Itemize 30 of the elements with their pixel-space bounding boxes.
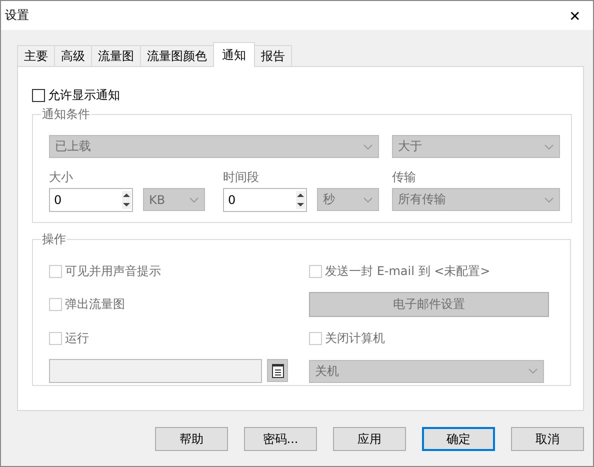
browse-button[interactable] — [267, 359, 288, 382]
checkbox-label: 可见并用声音提示 — [65, 262, 161, 280]
field-label: 传输 — [392, 169, 417, 186]
dialog-button[interactable]: 应用 — [333, 427, 406, 451]
tab[interactable]: 主要 — [17, 45, 55, 67]
checkbox-label: 允许显示通知 — [48, 87, 120, 104]
field-label: 时间段 — [223, 169, 260, 186]
chevron-icon — [363, 196, 373, 202]
chevron-icon — [544, 196, 554, 202]
dialog-button[interactable]: 帮助 — [155, 427, 228, 451]
close-button[interactable]: ✕ — [557, 1, 593, 30]
checkbox-label: 发送一封 E-mail 到 <未配置> — [325, 262, 490, 280]
chevron-icon — [189, 196, 199, 202]
chevron-icon — [363, 144, 373, 150]
group-title: 操作 — [41, 231, 67, 248]
field-label: 大小 — [49, 169, 74, 186]
dialog-button[interactable]: 密码... — [244, 427, 317, 451]
tab[interactable]: 报告 — [254, 45, 292, 67]
dialog-button[interactable]: 确定 — [422, 427, 495, 451]
checkbox[interactable] — [32, 89, 45, 102]
dialog-button[interactable]: 取消 — [511, 427, 584, 451]
checkbox-label: 弹出流量图 — [65, 296, 125, 313]
document-icon — [270, 362, 284, 378]
checkbox-label: 关闭计算机 — [325, 330, 385, 346]
window-title: 设置 — [5, 7, 29, 24]
chevron-icon — [528, 368, 538, 374]
group-title: 通知条件 — [41, 106, 91, 123]
tab[interactable]: 通知 — [213, 42, 255, 67]
chevron-icon — [544, 144, 554, 150]
checkbox-label: 运行 — [65, 330, 89, 346]
